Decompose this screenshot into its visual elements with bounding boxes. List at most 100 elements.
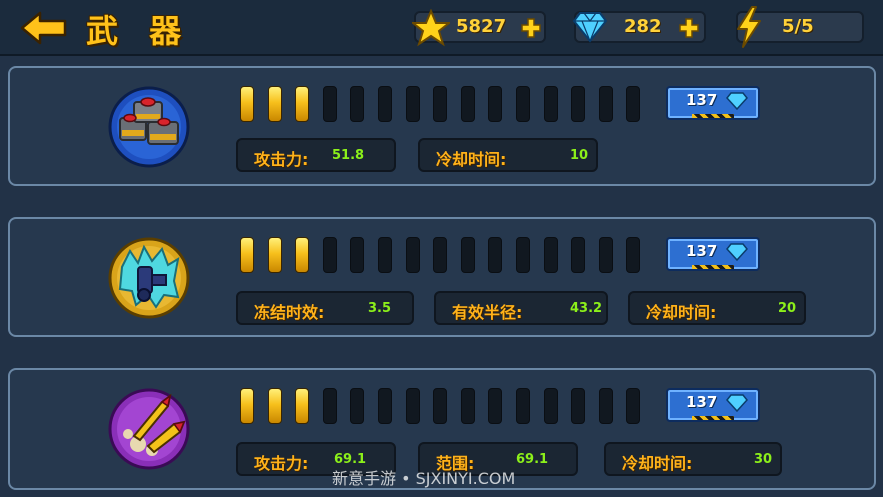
level-bar-empty — [543, 86, 558, 122]
level-bar-empty — [350, 237, 365, 273]
stat-value: 10 — [570, 148, 589, 163]
level-bar-filled — [267, 86, 282, 122]
level-bar-filled — [240, 86, 254, 122]
level-bar-empty — [571, 86, 586, 122]
upgrade-cost: 137 — [686, 242, 718, 260]
missile-icon — [108, 388, 190, 470]
level-bar-empty — [350, 86, 365, 122]
level-bar-empty — [433, 86, 448, 122]
stat-freeze: 冻结时效: 3.5 — [236, 291, 414, 325]
stat-label: 攻击力: — [254, 454, 309, 473]
upgrade-cost: 137 — [686, 91, 718, 109]
level-bar-empty — [460, 388, 475, 424]
stat-value: 43.2 — [570, 301, 603, 316]
stat-label: 冷却时间: — [436, 150, 507, 169]
energy-value: 5/5 — [782, 16, 814, 37]
stars-counter: 5827 — [412, 9, 546, 47]
stat-value: 20 — [778, 301, 797, 316]
level-bar-empty — [598, 237, 613, 273]
stat-label: 有效半径: — [452, 303, 523, 322]
stat-radius: 有效半径: 43.2 — [434, 291, 608, 325]
level-bar-empty — [378, 388, 392, 424]
stat-value: 30 — [754, 452, 773, 467]
level-bar-empty — [460, 86, 475, 122]
diamond-icon — [726, 394, 748, 412]
upgrade-button[interactable]: 137 — [666, 388, 760, 422]
upgrade-cost: 137 — [686, 393, 718, 411]
level-bar-filled — [267, 388, 282, 424]
upgrade-button[interactable]: 137 — [666, 237, 760, 271]
stat-cooldown: 冷却时间: 30 — [604, 442, 782, 476]
add-gems-button[interactable] — [678, 17, 700, 39]
watermark: 新意手游 • SJXINYI.COM — [332, 469, 516, 488]
level-bar-empty — [626, 237, 641, 273]
level-bar-empty — [322, 237, 337, 273]
hazard-stripe — [692, 265, 734, 269]
diamond-icon — [726, 92, 748, 110]
hazard-stripe — [692, 114, 734, 118]
hazard-stripe — [692, 416, 734, 420]
level-bar-empty — [488, 237, 503, 273]
back-arrow-icon — [20, 11, 67, 45]
level-bar-empty — [378, 86, 392, 122]
add-stars-button[interactable] — [520, 17, 542, 39]
diamond-icon — [572, 12, 608, 43]
level-bar-empty — [543, 388, 558, 424]
stat-value: 51.8 — [332, 148, 365, 163]
gems-value: 282 — [624, 16, 662, 37]
level-bar-empty — [378, 237, 392, 273]
level-bar-empty — [516, 237, 530, 273]
level-bar-empty — [488, 86, 503, 122]
level-bar-empty — [405, 388, 420, 424]
stat-cooldown: 冷却时间: 10 — [418, 138, 598, 172]
level-bar-empty — [626, 388, 641, 424]
level-bar-empty — [571, 388, 586, 424]
stat-attack: 攻击力: 51.8 — [236, 138, 396, 172]
stat-label: 冷却时间: — [622, 454, 693, 473]
weapon-card: 137 攻击力: 51.8 冷却时间: 10 — [8, 66, 876, 186]
level-bar-empty — [598, 388, 613, 424]
level-bar-filled — [240, 237, 254, 273]
stat-label: 冻结时效: — [254, 303, 325, 322]
back-button[interactable] — [20, 10, 68, 46]
level-bar-empty — [543, 237, 558, 273]
stat-label: 攻击力: — [254, 150, 309, 169]
stat-label: 冷却时间: — [646, 303, 717, 322]
level-bar-empty — [488, 388, 503, 424]
level-bar-empty — [460, 237, 475, 273]
level-bar-empty — [322, 86, 337, 122]
gems-counter: 282 — [572, 11, 706, 43]
level-bar-filled — [295, 388, 310, 424]
level-bar-empty — [598, 86, 613, 122]
page-title: 武 器 — [86, 12, 192, 50]
top-bar: 武 器 5827 282 5/5 — [0, 0, 883, 56]
level-bar-empty — [433, 237, 448, 273]
level-bar-empty — [405, 86, 420, 122]
star-icon — [412, 9, 450, 47]
stat-cooldown: 冷却时间: 20 — [628, 291, 806, 325]
energy-counter: 5/5 — [736, 6, 864, 48]
level-bar-empty — [626, 86, 641, 122]
level-bar-empty — [516, 388, 530, 424]
level-bar-filled — [295, 86, 310, 122]
level-bar-filled — [267, 237, 282, 273]
level-bar-empty — [350, 388, 365, 424]
level-bar-empty — [322, 388, 337, 424]
level-bar-empty — [516, 86, 530, 122]
stat-value: 3.5 — [368, 301, 392, 316]
weapon-card: 137 冻结时效: 3.5 有效半径: 43.2 冷却时间: 20 — [8, 217, 876, 337]
upgrade-button[interactable]: 137 — [666, 86, 760, 120]
ice-cannon-icon — [108, 237, 190, 319]
level-bar-empty — [405, 237, 420, 273]
stars-value: 5827 — [456, 16, 507, 37]
level-bar-filled — [240, 388, 254, 424]
level-bar-filled — [295, 237, 310, 273]
weapon-icon[interactable] — [108, 388, 190, 470]
lightning-icon — [737, 6, 761, 48]
level-bar-empty — [571, 237, 586, 273]
level-bar-empty — [433, 388, 448, 424]
mine-turret-icon — [108, 86, 190, 168]
weapon-icon[interactable] — [108, 86, 190, 168]
weapon-icon[interactable] — [108, 237, 190, 319]
diamond-icon — [726, 243, 748, 261]
